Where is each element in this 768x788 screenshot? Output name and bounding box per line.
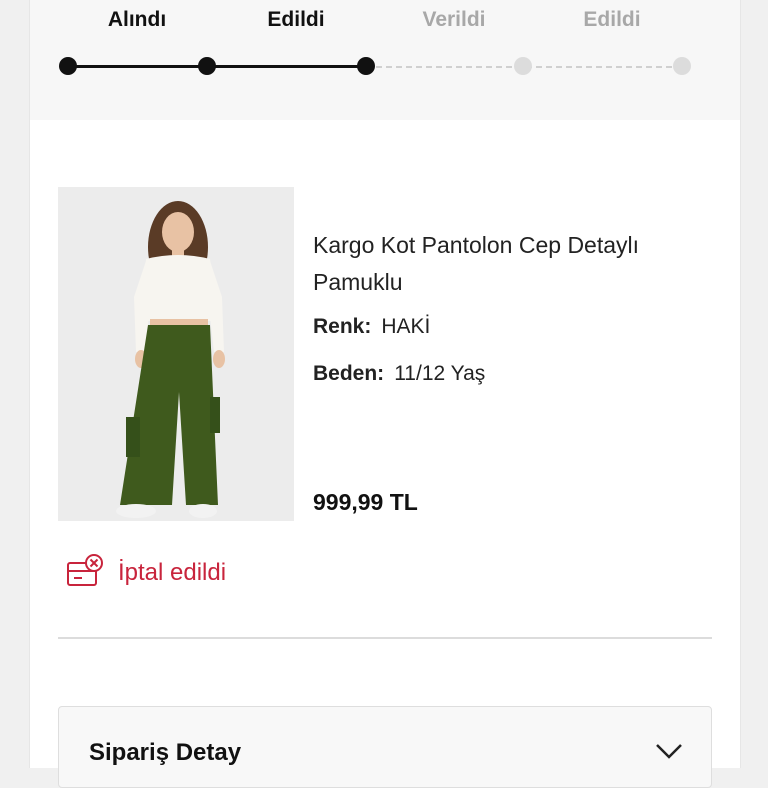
cancel-status-text: İptal edildi (118, 559, 227, 586)
color-label: Renk: (313, 315, 372, 338)
cancelled-box-icon (66, 553, 106, 594)
order-detail-accordion[interactable]: Sipariş Detay (58, 706, 712, 788)
size-value: 11/12 Yaş (394, 362, 486, 385)
product-price: 999,99 TL (313, 489, 418, 515)
step-label-shipped: Verildi (422, 8, 486, 31)
product-color: Renk: HAKİ (313, 315, 430, 339)
order-card: Alındı Edildi Verildi Edildi Kargo Kot P… (29, 0, 741, 788)
step-dot-delivered (673, 57, 691, 75)
product-title[interactable]: Kargo Kot Pantolon Cep Detaylı Pamuklu (313, 227, 713, 301)
order-status-tracker: Alındı Edildi Verildi Edildi (30, 0, 740, 120)
step-dot-out-for-delivery (514, 57, 532, 75)
step-label-received: Alındı (107, 8, 167, 31)
product-size: Beden: 11/12 Yaş (313, 362, 485, 386)
step-dot-prepared (198, 57, 216, 75)
order-detail-title: Sipariş Detay (89, 739, 242, 766)
step-dot-shipped-current (357, 57, 375, 75)
step-dot-received (59, 57, 77, 75)
chevron-down-icon[interactable] (655, 743, 683, 764)
step-label-prepared: Edildi (267, 8, 325, 31)
divider (58, 637, 712, 639)
progress-line-complete (68, 65, 366, 68)
step-label-delivered: Edildi (583, 8, 641, 31)
color-value: HAKİ (381, 315, 431, 338)
product-image[interactable] (58, 187, 294, 521)
cancel-status: İptal edildi (66, 553, 226, 593)
size-label: Beden: (313, 362, 385, 385)
product-photo-illustration (58, 187, 294, 521)
